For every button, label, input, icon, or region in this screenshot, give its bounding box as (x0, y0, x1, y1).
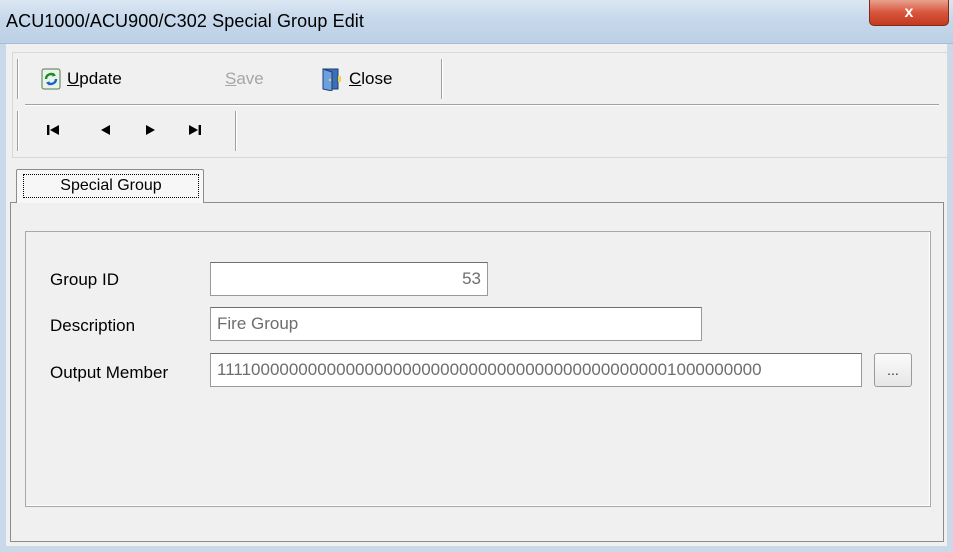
toolbar-divider (25, 104, 939, 106)
tab-panel: Group ID 53 Description Fire Group Outpu… (10, 202, 944, 542)
save-mnemonic: S (225, 69, 237, 88)
previous-record-icon (101, 125, 110, 135)
output-member-browse-button[interactable]: ... (874, 353, 912, 387)
update-button[interactable]: Update (41, 65, 122, 93)
close-icon: x (904, 3, 914, 21)
window-title: ACU1000/ACU900/C302 Special Group Edit (6, 11, 364, 31)
output-member-label: Output Member (50, 363, 169, 382)
title-bar[interactable]: ACU1000/ACU900/C302 Special Group Edit x (0, 0, 953, 44)
last-record-button[interactable] (181, 119, 209, 141)
group-id-label: Group ID (50, 270, 119, 289)
update-label: Update (67, 69, 122, 89)
update-label-rest: pdate (79, 69, 122, 88)
door-exit-icon (322, 68, 341, 91)
toolbar-grip[interactable] (17, 59, 19, 99)
last-record-icon (189, 125, 201, 135)
special-group-fieldset: Group ID 53 Description Fire Group Outpu… (25, 231, 931, 507)
description-field[interactable]: Fire Group (210, 307, 702, 341)
first-record-button[interactable] (39, 119, 67, 141)
group-id-field[interactable]: 53 (210, 262, 488, 296)
window-close-button[interactable]: x (869, 0, 949, 26)
previous-record-button[interactable] (91, 119, 119, 141)
next-record-icon (146, 125, 155, 135)
description-label: Description (50, 316, 136, 335)
save-label-rest: ave (236, 69, 264, 88)
first-record-icon (47, 125, 59, 135)
next-record-button[interactable] (137, 119, 165, 141)
tab-special-group[interactable]: Special Group (16, 169, 204, 203)
save-label: Save (225, 69, 264, 89)
refresh-icon (41, 68, 61, 90)
toolbar-separator (441, 59, 443, 99)
nav-separator (235, 111, 237, 151)
close-button[interactable]: Close (321, 65, 392, 93)
client-area: Update Save Close Group ID 53 Descriptio… (6, 44, 948, 546)
close-mnemonic: C (349, 69, 362, 88)
update-mnemonic: U (67, 69, 80, 88)
close-label-rest: lose (361, 69, 393, 88)
nav-toolbar-grip[interactable] (17, 111, 19, 151)
output-member-field[interactable]: 1111000000000000000000000000000000000000… (210, 353, 862, 387)
toolbar: Update Save Close (12, 52, 948, 158)
save-button[interactable]: Save (225, 65, 264, 93)
tab-special-group-label: Special Group (23, 174, 199, 198)
close-label: Close (349, 69, 392, 89)
